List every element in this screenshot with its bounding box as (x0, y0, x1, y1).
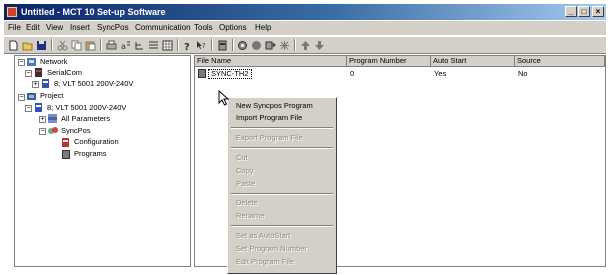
tree-node-configuration[interactable]: Configuration (74, 137, 119, 147)
connect-icon[interactable] (237, 40, 248, 51)
menu-separator (231, 147, 333, 149)
column-header-source[interactable]: Source (515, 56, 605, 67)
network-icon (27, 58, 36, 66)
tree-node-network[interactable]: Network (40, 57, 68, 67)
expand-serial-drive-toggle[interactable]: + (32, 81, 39, 88)
tree-node-serial-drive[interactable]: 8; VLT 5001 200V-240V (54, 79, 133, 89)
close-button[interactable]: × (592, 6, 604, 17)
parameters-icon (48, 114, 57, 123)
online-icon[interactable] (251, 40, 262, 51)
tree-node-programs[interactable]: Programs (74, 149, 107, 159)
table-row-file-name[interactable]: SYNC-TH2 (208, 69, 252, 79)
menu-item-new-syncpos-program[interactable]: New Syncpos Program (236, 101, 313, 111)
menu-item-delete[interactable]: Delete (236, 198, 258, 208)
project-icon (27, 93, 36, 100)
tree-node-project-drive[interactable]: 8; VLT 5001 200V-240V (47, 103, 126, 113)
menu-options[interactable]: Options (219, 23, 247, 33)
tree-node-project[interactable]: Project (40, 91, 63, 101)
title-bar: Untitled - MCT 10 Set-up Software _ □ × (4, 4, 606, 20)
program-file-icon (198, 69, 206, 78)
table-row-program-number: 0 (350, 69, 355, 78)
help-icon[interactable]: ? (182, 40, 193, 53)
context-help-icon[interactable]: ? (196, 40, 207, 51)
window-title: Untitled - MCT 10 Set-up Software (21, 7, 166, 17)
minimize-button[interactable]: _ (565, 6, 577, 17)
tree-view-icon[interactable] (134, 40, 145, 51)
menu-item-set-program-number[interactable]: Set Program Number (236, 244, 307, 254)
menu-separator (231, 225, 333, 227)
configuration-icon (62, 138, 69, 147)
read-from-drive-icon[interactable] (265, 40, 276, 51)
network-scan-icon[interactable] (279, 40, 290, 51)
maximize-button[interactable]: □ (578, 6, 590, 17)
tree-node-all-parameters[interactable]: All Parameters (61, 114, 110, 124)
serialcom-icon (35, 68, 42, 77)
open-folder-icon[interactable] (22, 40, 33, 51)
menu-syncpos[interactable]: SyncPos (97, 23, 129, 33)
toolbar-separator (232, 39, 234, 51)
menu-item-rename[interactable]: Rename (236, 211, 264, 221)
menu-item-copy[interactable]: Copy (236, 166, 254, 176)
arrow-down-icon[interactable] (314, 40, 325, 51)
menu-edit[interactable]: Edit (26, 23, 40, 33)
collapse-syncpos-toggle[interactable]: − (39, 128, 46, 135)
mouse-cursor-icon (218, 90, 230, 106)
grid-view-icon[interactable] (162, 40, 173, 51)
new-file-icon[interactable] (8, 40, 19, 51)
details-view-icon[interactable] (148, 40, 159, 51)
text-size-icon[interactable]: a (120, 40, 131, 51)
paste-icon[interactable] (85, 40, 96, 51)
menu-item-cut[interactable]: Cut (236, 153, 248, 163)
print-icon[interactable] (106, 40, 117, 51)
drive-icon (35, 103, 42, 112)
expand-all-parameters-toggle[interactable]: + (39, 116, 46, 123)
context-menu: New Syncpos Program Import Program File … (227, 97, 337, 274)
drive-icon (42, 79, 49, 88)
drive-icon[interactable] (217, 40, 228, 51)
menu-help[interactable]: Help (255, 23, 271, 33)
table-row-source: No (518, 69, 528, 78)
programs-icon (62, 150, 70, 159)
menu-separator (231, 193, 333, 195)
arrow-up-icon[interactable] (300, 40, 311, 51)
toolbar-separator (100, 39, 102, 51)
menu-item-edit-program-file[interactable]: Edit Program File (236, 257, 294, 267)
svg-text:?: ? (184, 42, 190, 51)
menu-file[interactable]: File (8, 23, 21, 33)
cut-icon[interactable] (57, 40, 68, 51)
menu-tools[interactable]: Tools (194, 23, 213, 33)
table-row-auto-start: Yes (434, 69, 447, 78)
menu-insert[interactable]: Insert (70, 23, 90, 33)
tree-node-serialcom[interactable]: SerialCom (47, 68, 82, 78)
copy-icon[interactable] (71, 40, 82, 51)
save-icon[interactable] (36, 40, 47, 51)
menu-item-set-as-autostart[interactable]: Set as AutoStart (236, 231, 290, 241)
app-icon (7, 7, 17, 17)
toolbar-separator (294, 39, 296, 51)
column-header-auto-start[interactable]: Auto Start (431, 56, 515, 67)
collapse-project-toggle[interactable]: − (18, 94, 25, 101)
toolbar-separator (177, 39, 179, 51)
tree-pane: − Network − SerialCom + 8; VLT 5001 200V… (14, 55, 191, 267)
menu-bar: File Edit View Insert SyncPos Communicat… (4, 21, 606, 35)
collapse-project-drive-toggle[interactable]: − (25, 105, 32, 112)
svg-text:?: ? (202, 42, 206, 50)
column-header-program-number[interactable]: Program Number (347, 56, 431, 67)
menu-item-paste[interactable]: Paste (236, 179, 255, 189)
svg-text:a: a (121, 42, 126, 51)
toolbar-separator (51, 39, 53, 51)
syncpos-icon (48, 127, 58, 134)
collapse-serialcom-toggle[interactable]: − (25, 70, 32, 77)
menu-item-import-program-file[interactable]: Import Program File (236, 113, 302, 123)
menu-separator (231, 127, 333, 129)
toolbar-separator (211, 39, 213, 51)
toolbar: a ? ? (4, 36, 606, 54)
column-header-file-name[interactable]: File Name (195, 56, 347, 67)
tree-node-syncpos[interactable]: SyncPos (61, 126, 91, 136)
menu-item-export-program-file[interactable]: Export Program File (236, 133, 303, 143)
menu-view[interactable]: View (46, 23, 63, 33)
collapse-network-toggle[interactable]: − (18, 59, 25, 66)
menu-communication[interactable]: Communication (135, 23, 191, 33)
